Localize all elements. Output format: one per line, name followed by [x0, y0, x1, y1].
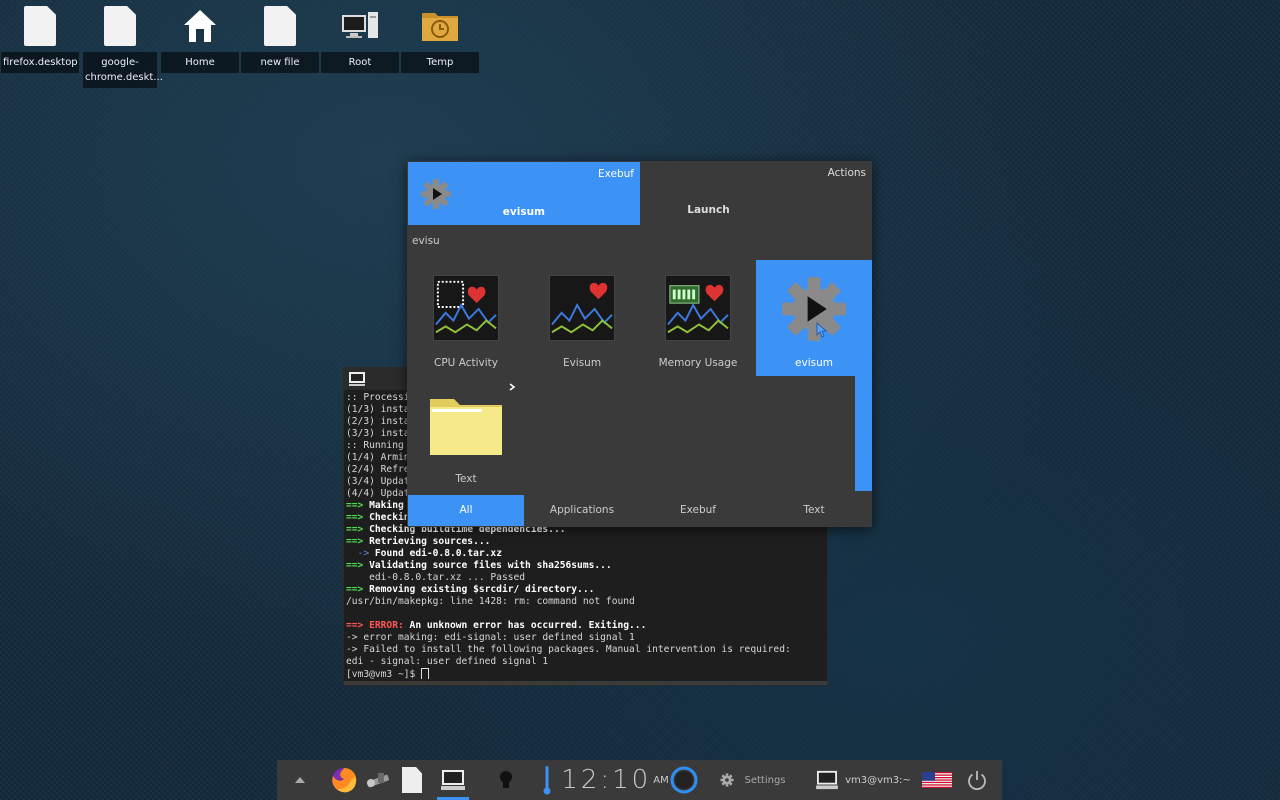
lightbulb-icon	[500, 771, 512, 788]
show-desktop-button[interactable]	[285, 760, 315, 800]
folder-clock-icon	[422, 13, 458, 41]
desktop-icon-temp[interactable]: Temp	[401, 0, 479, 73]
result-item-evisum-exebuf[interactable]: evisum	[756, 260, 872, 376]
terminal-line: ==> ERROR: An unknown error has occurred…	[346, 620, 647, 631]
evisum-icon	[549, 275, 615, 341]
desktop-icon-label: google-chrome.deskt...	[83, 52, 163, 88]
terminal-line: ==> Validating source files with sha256s…	[346, 560, 612, 571]
power-icon	[968, 771, 986, 791]
power-button[interactable]	[961, 760, 993, 800]
tools-icon	[366, 773, 390, 788]
clock-time: 12:10	[561, 765, 652, 795]
result-item-cpu-activity[interactable]: CPU Activity	[408, 260, 524, 376]
desktop-icon-label: Root	[321, 52, 399, 73]
terminal-line: edi - signal: user defined signal 1	[346, 656, 549, 667]
desktop-icon-label: new file	[241, 52, 319, 73]
actions-label: Actions	[827, 167, 866, 179]
tab-all[interactable]: All	[408, 495, 524, 526]
thermometer-gadget[interactable]	[535, 760, 559, 800]
home-icon	[184, 10, 216, 42]
folder-icon	[430, 399, 502, 455]
keyboard-layout-gadget[interactable]	[919, 760, 955, 800]
launcher-window[interactable]: evisum Exebuf Actions Launch evisu CPU A…	[407, 161, 872, 527]
terminal-line: /usr/bin/makepkg: line 1428: rm: command…	[346, 596, 635, 607]
computer-icon	[342, 12, 378, 38]
tab-text[interactable]: Text	[756, 495, 872, 526]
file-icon	[24, 6, 56, 46]
terminal-line: [vm3@vm3 ~]$	[346, 668, 825, 679]
thermometer-icon	[543, 766, 551, 795]
chevron-right-icon	[509, 383, 516, 391]
terminal-icon	[349, 372, 365, 386]
terminal-scrollbar[interactable]	[344, 681, 827, 685]
memory-usage-icon	[665, 275, 731, 341]
chevron-up-icon	[295, 777, 305, 783]
tab-applications[interactable]: Applications	[524, 495, 640, 526]
firefox-icon	[332, 767, 357, 793]
desktop-icon-label: Home	[161, 52, 239, 73]
text-editor-launcher[interactable]	[395, 760, 429, 800]
desktop-icon-home[interactable]: Home	[161, 0, 239, 73]
gear-play-icon	[782, 277, 846, 341]
taskbar-window-terminal[interactable]: vm3@vm3:~	[813, 760, 913, 800]
result-item-label: Text	[455, 473, 477, 485]
taskbar: 12:10 AM Settings vm3@vm3:~	[277, 760, 1002, 800]
terminal-icon	[441, 770, 465, 790]
power-status-gadget[interactable]	[667, 760, 701, 800]
file-icon	[104, 6, 136, 46]
us-flag-icon	[922, 772, 952, 788]
selected-item-name: evisum	[502, 206, 545, 218]
settings-label: Settings	[744, 774, 786, 786]
desktop-icon-chrome[interactable]: google-chrome.deskt...	[81, 0, 163, 88]
result-item-evisum[interactable]: Evisum	[524, 260, 640, 376]
tools-launcher[interactable]	[361, 760, 395, 800]
terminal-icon	[816, 770, 839, 790]
result-item-label: Memory Usage	[658, 357, 738, 369]
terminal-line: -> Failed to install the following packa…	[346, 644, 791, 655]
lightbulb-gadget[interactable]	[491, 760, 521, 800]
result-item-text[interactable]: Text	[408, 376, 524, 492]
firefox-launcher[interactable]	[327, 760, 361, 800]
tab-exebuf[interactable]: Exebuf	[640, 495, 756, 526]
settings-button[interactable]: Settings	[717, 760, 789, 800]
cpu-activity-icon	[433, 275, 499, 341]
terminal-line: ==> Removing existing $srcdir/ directory…	[346, 584, 595, 595]
category-tabs: All Applications Exebuf Text	[408, 495, 872, 526]
terminal-line: ==> Retrieving sources...	[346, 536, 491, 547]
taskbar-window-label: vm3@vm3:~	[845, 774, 911, 786]
desktop-icon-label: firefox.desktop	[1, 52, 79, 73]
gear-icon	[720, 773, 735, 787]
terminal-launcher[interactable]	[435, 760, 471, 800]
terminal-cursor	[421, 668, 430, 679]
search-query[interactable]: evisu	[412, 235, 440, 247]
desktop-icon-firefox[interactable]: firefox.desktop	[1, 0, 79, 73]
result-item-memory-usage[interactable]: Memory Usage	[640, 260, 756, 376]
file-icon	[402, 767, 422, 793]
result-item-label: evisum	[795, 357, 833, 369]
launch-action[interactable]: Launch	[639, 204, 778, 216]
result-item-label: CPU Activity	[434, 357, 498, 369]
file-icon	[264, 6, 296, 46]
mouse-cursor-icon	[816, 322, 828, 338]
clock-gadget[interactable]: 12:10 AM	[561, 760, 668, 800]
terminal-line: -> Found edi-0.8.0.tar.xz	[357, 548, 502, 559]
selected-item-panel[interactable]: evisum Exebuf	[408, 162, 640, 225]
terminal-line: -> error making: edi-signal: user define…	[346, 632, 635, 643]
terminal-line: edi-0.8.0.tar.xz ... Passed	[369, 572, 526, 583]
desktop-icon-new-file[interactable]: new file	[241, 0, 319, 73]
result-item-label: Evisum	[562, 357, 602, 369]
selected-item-category: Exebuf	[597, 168, 634, 180]
desktop-icon-label: Temp	[401, 52, 479, 73]
ring-icon	[670, 766, 698, 794]
desktop-icon-root[interactable]: Root	[321, 0, 399, 73]
